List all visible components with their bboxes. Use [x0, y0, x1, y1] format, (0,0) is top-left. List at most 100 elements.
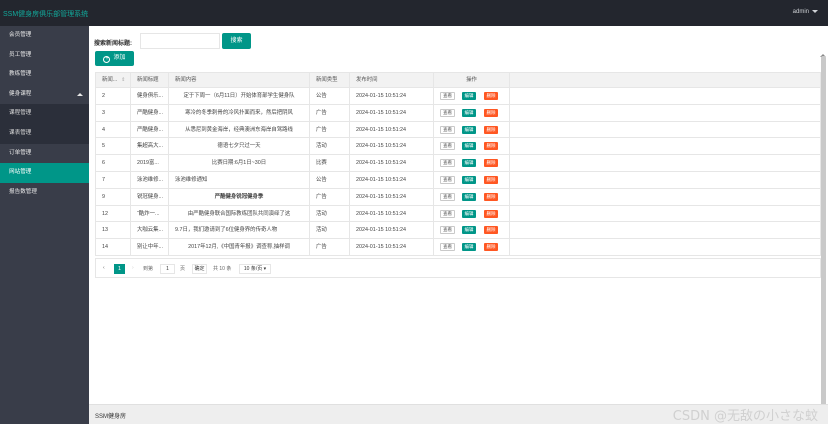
edit-button[interactable]: 编辑	[462, 209, 476, 218]
prev-page-icon[interactable]: ‹	[103, 265, 105, 271]
delete-button[interactable]: 删除	[484, 192, 498, 201]
user-menu[interactable]: admin	[793, 9, 818, 15]
view-button[interactable]: 查看	[440, 175, 455, 184]
view-button[interactable]: 查看	[440, 209, 455, 218]
view-button[interactable]: 查看	[440, 243, 455, 252]
view-button[interactable]: 查看	[440, 159, 455, 168]
cell-id: 2	[96, 88, 131, 104]
header-content: 新闻内容	[169, 73, 310, 87]
edit-button[interactable]: 编辑	[462, 125, 476, 134]
view-button[interactable]: 查看	[440, 226, 455, 235]
page-label: 页	[180, 266, 186, 272]
search-button[interactable]: 搜索	[222, 33, 251, 49]
cell-time: 2024-01-15 10:51:24	[350, 239, 434, 255]
cell-type: 公告	[310, 88, 350, 104]
sidebar-item-coaches[interactable]: 教练管理	[0, 65, 89, 85]
sidebar-item-course-management[interactable]: 课程管理	[0, 104, 89, 124]
view-button[interactable]: 查看	[440, 92, 455, 100]
header-id[interactable]: 新闻... ⇕	[96, 73, 131, 87]
cell-filler	[510, 189, 822, 205]
delete-button[interactable]: 删除	[484, 243, 498, 252]
page-size-select[interactable]: 10 条/页 ▾	[239, 264, 271, 274]
chevron-up-icon	[77, 92, 83, 96]
view-button[interactable]: 查看	[440, 142, 455, 151]
table-row: 12 “酷炸一... 由严酷健身联合国际教练团队共同演绎了这 活动 2024-01-15…	[96, 205, 820, 223]
edit-button[interactable]: 编辑	[462, 243, 476, 252]
top-bar: SSM健身房俱乐部管理系统 admin	[0, 0, 828, 26]
view-button[interactable]: 查看	[440, 192, 455, 201]
cell-time: 2024-01-15 10:51:24	[350, 188, 434, 205]
cell-filler	[510, 222, 822, 238]
cell-title: 别让中年...	[131, 239, 169, 255]
cell-id: 4	[96, 121, 131, 138]
cell-type: 活动	[310, 222, 350, 239]
sidebar-item-orders[interactable]: 订单管理	[0, 144, 89, 164]
cell-id: 14	[96, 239, 131, 255]
cell-type: 比赛	[310, 155, 350, 171]
edit-button[interactable]: 编辑	[462, 159, 476, 168]
view-button[interactable]: 查看	[440, 108, 455, 117]
delete-button[interactable]: 删除	[484, 159, 498, 168]
header-type: 新闻类型	[310, 73, 350, 87]
sidebar-item-reports[interactable]: 报告数管理	[0, 183, 89, 203]
delete-button[interactable]: 删除	[484, 108, 498, 117]
cell-title: 锐冠健身...	[131, 188, 169, 205]
view-button[interactable]: 查看	[440, 125, 455, 134]
edit-button[interactable]: 编辑	[462, 108, 476, 117]
edit-button[interactable]: 编辑	[462, 175, 476, 184]
delete-button[interactable]: 删除	[484, 125, 498, 134]
cell-id: 13	[96, 222, 131, 239]
next-page-icon[interactable]: ›	[132, 265, 134, 271]
search-label: 搜索新闻标题:	[94, 41, 132, 47]
footer-text: SSM健身房	[95, 414, 127, 420]
watermark: CSDN @无敌の小さな蚊	[672, 409, 818, 424]
delete-button[interactable]: 删除	[484, 92, 498, 100]
sidebar-item-website[interactable]: 网站管理	[0, 163, 89, 183]
cell-id: 9	[96, 188, 131, 205]
header-ops: 操作	[434, 73, 510, 87]
delete-button[interactable]: 删除	[484, 209, 498, 218]
cell-filler	[510, 105, 822, 121]
edit-button[interactable]: 编辑	[462, 226, 476, 235]
cell-title: 大咖云集...	[131, 222, 169, 239]
cell-title: 泳池维修...	[131, 171, 169, 188]
delete-button[interactable]: 删除	[484, 226, 498, 235]
table-row: 7 泳池维修... 泳池维修通知 公告 2024-01-15 10:51:24 查看 编辑删…	[96, 171, 820, 189]
cell-type: 广告	[310, 188, 350, 205]
cell-content: 从悉尼到黄金海岸，经典澳洲东海岸自驾路线	[169, 121, 310, 138]
cell-ops: 查看 编辑 删除	[434, 239, 510, 255]
table-body: 2 健身俱乐... 定于下周一（6月11日）开始体育部学生健身队 公告 2024-01-…	[96, 88, 820, 256]
app-title: SSM健身房俱乐部管理系统	[3, 11, 89, 18]
goto-page-input[interactable]: 1	[160, 264, 175, 274]
cell-ops: 查看 编辑 删除	[434, 138, 510, 155]
cell-ops: 查看 编辑 删除	[434, 121, 510, 138]
confirm-button[interactable]: 确定	[192, 264, 207, 274]
cell-id: 3	[96, 104, 131, 121]
cell-content: 定于下周一（6月11日）开始体育部学生健身队	[169, 88, 310, 104]
edit-button[interactable]: 编辑	[462, 192, 476, 201]
search-input[interactable]	[140, 33, 220, 49]
table-row: 6 2019富... 比赛日期:6月1日~30日 比赛 2024-01-15 10:51…	[96, 155, 820, 172]
cell-content: 2017年12月,《中国青年报》调查称,抽样调	[169, 239, 310, 255]
plus-icon: +	[103, 56, 111, 63]
sidebar-item-staff[interactable]: 员工管理	[0, 46, 89, 66]
add-button[interactable]: + 添加	[95, 51, 134, 66]
table-row: 3 严酷健身... 寒冷的冬季刺骨的冷风扑面而来，然后把阴风 广告 2024-01-15…	[96, 104, 822, 122]
sidebar-item-schedule-management[interactable]: 课表管理	[0, 123, 89, 144]
footer: SSM健身房 CSDN @无敌の小さな蚊	[89, 404, 828, 424]
cell-ops: 查看 编辑 删除	[434, 88, 510, 104]
delete-button[interactable]: 删除	[484, 175, 498, 184]
sidebar-item-members[interactable]: 会员管理	[0, 26, 89, 46]
sort-icon[interactable]: ⇕	[121, 73, 125, 87]
cell-type: 活动	[310, 138, 350, 155]
header-title: 新闻标题	[131, 73, 169, 87]
page-1-button[interactable]: 1	[114, 264, 125, 274]
edit-button[interactable]: 编辑	[462, 142, 476, 151]
edit-button[interactable]: 编辑	[462, 92, 476, 100]
cell-time: 2024-01-15 10:51:24	[350, 138, 434, 155]
delete-button[interactable]: 删除	[484, 142, 498, 151]
cell-content: 由严酷健身联合国际教练团队共同演绎了这	[169, 205, 310, 222]
sidebar-group-fitness-courses[interactable]: 健身课程	[0, 85, 89, 105]
table-row: 4 严酷健身... 从悉尼到黄金海岸，经典澳洲东海岸自驾路线 广告 2024-01-15…	[96, 121, 820, 139]
cell-filler	[510, 88, 822, 104]
